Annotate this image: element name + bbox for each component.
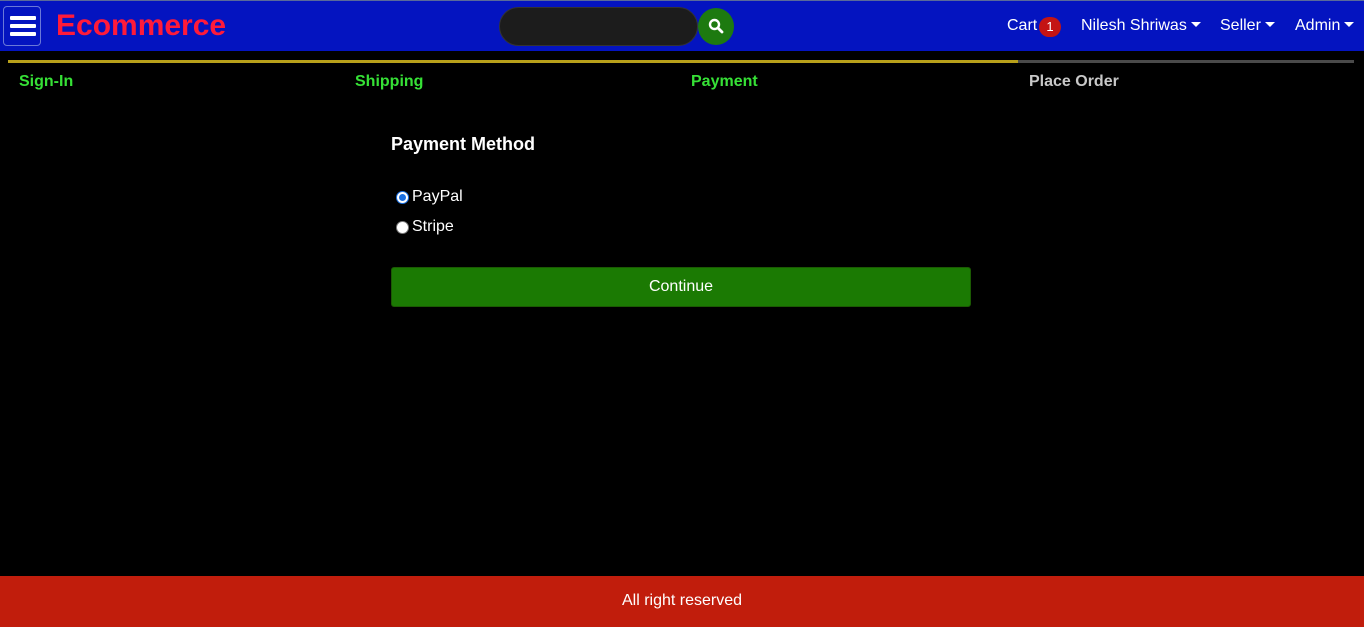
payment-option-paypal[interactable]: PayPal xyxy=(396,187,463,207)
step-label: Sign-In xyxy=(19,73,74,90)
caret-down-icon xyxy=(1264,22,1275,27)
step-progress-bar xyxy=(1018,60,1354,63)
top-navbar: Ecommerce Cart 1 Nilesh Shriwas Seller A… xyxy=(0,0,1364,51)
footer-text: All right reserved xyxy=(621,592,743,609)
admin-menu-dropdown[interactable]: Admin xyxy=(1295,16,1355,36)
hamburger-icon-line xyxy=(10,16,36,20)
page-title: Payment Method xyxy=(391,134,536,154)
step-payment: Payment xyxy=(680,60,1018,100)
step-progress-bar xyxy=(344,60,680,63)
cart-count-badge: 1 xyxy=(1039,17,1061,37)
step-label: Payment xyxy=(691,73,758,90)
stripe-radio[interactable] xyxy=(396,220,409,234)
user-menu-label: Nilesh Shriwas xyxy=(1081,17,1187,34)
checkout-steps: Sign-In Shipping Payment Place Order xyxy=(8,60,1354,100)
step-label: Shipping xyxy=(355,73,424,90)
paypal-radio[interactable] xyxy=(396,190,409,204)
step-label: Place Order xyxy=(1029,73,1119,90)
caret-down-icon xyxy=(1190,22,1201,27)
admin-menu-label: Admin xyxy=(1295,17,1341,34)
continue-button[interactable]: Continue xyxy=(391,267,971,307)
cart-label: Cart xyxy=(1007,17,1038,34)
hamburger-icon-line xyxy=(10,32,36,36)
stripe-label: Stripe xyxy=(412,218,454,235)
hamburger-icon-line xyxy=(10,24,36,28)
seller-menu-dropdown[interactable]: Seller xyxy=(1220,16,1275,36)
step-place-order: Place Order xyxy=(1018,60,1354,100)
step-sign-in: Sign-In xyxy=(8,60,344,100)
search-button[interactable] xyxy=(698,8,734,45)
search-icon xyxy=(708,18,724,34)
caret-down-icon xyxy=(1344,22,1355,27)
cart-link[interactable]: Cart xyxy=(1007,16,1037,36)
step-shipping: Shipping xyxy=(344,60,680,100)
search-input[interactable] xyxy=(499,7,698,46)
user-menu-dropdown[interactable]: Nilesh Shriwas xyxy=(1081,16,1201,36)
paypal-label: PayPal xyxy=(412,188,463,205)
step-progress-bar xyxy=(8,60,344,63)
payment-option-stripe[interactable]: Stripe xyxy=(396,217,454,237)
brand-logo-link[interactable]: Ecommerce xyxy=(56,9,226,43)
footer: All right reserved xyxy=(0,576,1364,627)
sidebar-menu-button[interactable] xyxy=(3,6,41,46)
step-progress-bar xyxy=(680,60,1018,63)
seller-menu-label: Seller xyxy=(1220,17,1261,34)
